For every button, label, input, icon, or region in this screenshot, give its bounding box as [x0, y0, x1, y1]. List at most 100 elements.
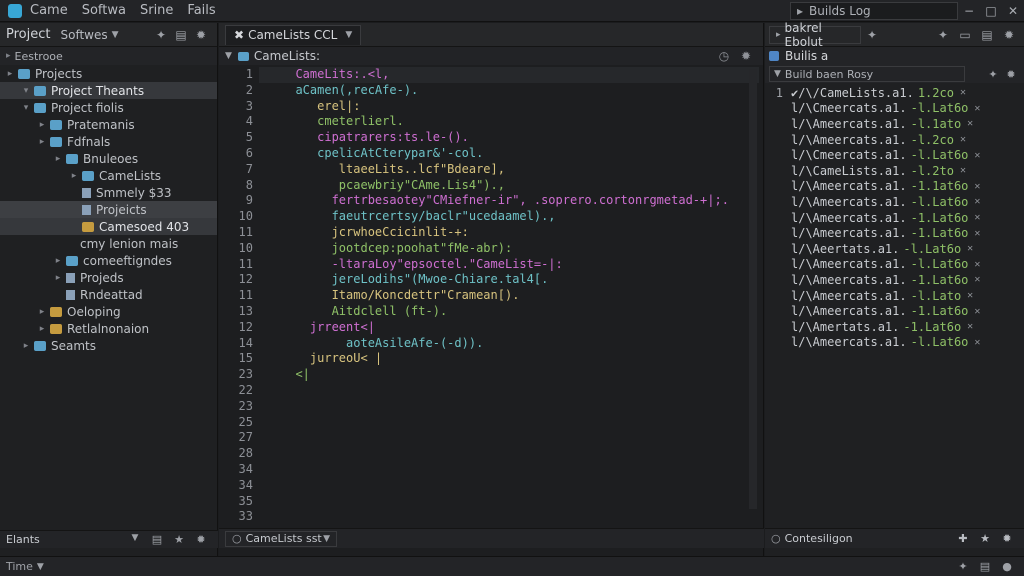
build-log-row[interactable]: l/\Ameercats.a1. -1.Lat6o ✕ — [769, 225, 1020, 241]
document-icon[interactable]: ▤ — [171, 28, 191, 42]
close-icon[interactable]: ✕ — [967, 290, 973, 301]
code-line[interactable]: cmeterlierl. — [281, 114, 751, 130]
build-log-row[interactable]: l/\CameLists.a1. -l.2to ✕ — [769, 163, 1020, 179]
code-lines[interactable]: CameLits:.<l, aCamen(,recAfe-). erel|: c… — [281, 67, 751, 525]
chevron-down-icon[interactable]: ▼ — [37, 562, 44, 572]
menu-item[interactable]: Fails — [187, 3, 215, 18]
close-icon[interactable]: ✕ — [967, 118, 973, 129]
minimize-button[interactable]: − — [958, 0, 980, 22]
expand-icon[interactable]: ▼ — [225, 51, 232, 61]
code-line[interactable]: -ltaraLoy"epsoctel."CameList=-|: — [281, 257, 751, 273]
code-line[interactable]: jrreent<| — [281, 320, 751, 336]
star-icon[interactable]: ★ — [168, 533, 190, 546]
pin-icon[interactable]: ✦ — [861, 28, 883, 42]
close-icon[interactable]: ✕ — [974, 259, 980, 270]
expand-arrow-icon[interactable]: ▸ — [52, 154, 64, 164]
menu-item[interactable]: Came — [30, 3, 68, 18]
close-icon[interactable]: ✕ — [974, 212, 980, 223]
tree-item[interactable]: ▸ Projeds — [0, 269, 217, 286]
expand-arrow-icon[interactable]: ▸ — [36, 307, 48, 317]
code-line[interactable]: jereLodihs"(Mwoe-Chiare.tal4[. — [281, 272, 751, 288]
expand-arrow-icon[interactable]: ▸ — [4, 69, 16, 79]
build-log-row[interactable]: l/\Ameercats.a1. -1.Lat6o ✕ — [769, 210, 1020, 226]
build-log-row[interactable]: l/\Ameercats.a1. -l.Lat6o ✕ — [769, 257, 1020, 273]
close-icon[interactable]: ✕ — [974, 150, 980, 161]
gear-icon[interactable]: ✹ — [1002, 68, 1020, 81]
close-icon[interactable]: ✕ — [974, 181, 980, 192]
expand-arrow-icon[interactable]: ▸ — [36, 324, 48, 334]
tree-item[interactable]: ▸ Oeloping — [0, 303, 217, 320]
pin-icon[interactable]: ✦ — [952, 560, 974, 573]
expand-arrow-icon[interactable]: ▸ — [68, 171, 80, 181]
code-line[interactable] — [281, 446, 751, 462]
close-icon[interactable]: ✕ — [960, 87, 966, 98]
expand-icon[interactable]: ▸ — [6, 51, 11, 61]
tree-item[interactable]: ▸ Fdfnals — [0, 133, 217, 150]
builds-selector[interactable]: ▸ bakrel Ebolut — [769, 21, 861, 49]
editor-tab[interactable]: ✖ CameLists CCL ▼ — [225, 24, 362, 45]
expand-arrow-icon[interactable]: ▸ — [36, 120, 48, 130]
tree-item[interactable]: Camesoed 403 — [0, 218, 217, 235]
menu-item[interactable]: Srine — [140, 3, 173, 18]
code-line[interactable] — [281, 399, 751, 415]
clipboard-icon[interactable]: ▤ — [146, 533, 168, 546]
expand-arrow-icon[interactable]: ▾ — [20, 103, 32, 113]
chevron-down-icon[interactable]: ▼ — [345, 30, 352, 40]
code-line[interactable] — [281, 478, 751, 494]
tree-item[interactable]: ▾ Project Theants — [0, 82, 217, 99]
chevron-down-icon[interactable]: ▼ — [112, 30, 119, 40]
document-icon[interactable]: ▤ — [974, 560, 996, 573]
pin-icon[interactable]: ✦ — [932, 28, 954, 42]
code-line[interactable]: pcaewbriy"CAme.Lis4")., — [281, 178, 751, 194]
bookmark-icon[interactable]: ▭ — [954, 28, 976, 42]
notification-icon[interactable]: ● — [996, 560, 1018, 573]
code-line[interactable]: jurreoU< | — [281, 351, 751, 367]
code-line[interactable]: jcrwhoeCcicinlit-+: — [281, 225, 751, 241]
build-log-row[interactable]: l/\Amertats.a1. -1.Lat6o ✕ — [769, 319, 1020, 335]
close-button[interactable]: ✕ — [1002, 0, 1024, 22]
close-icon[interactable]: ✕ — [974, 196, 980, 207]
maximize-button[interactable]: □ — [980, 0, 1002, 22]
expand-arrow-icon[interactable]: ▸ — [52, 273, 64, 283]
gear-icon[interactable]: ✹ — [996, 532, 1018, 545]
close-icon[interactable]: ✕ — [967, 321, 973, 332]
code-line[interactable]: aCamen(,recAfe-). — [281, 83, 751, 99]
tree-item[interactable]: ▸ Bnuleoes — [0, 150, 217, 167]
close-icon[interactable]: ✕ — [960, 165, 966, 176]
build-log-row[interactable]: l/\Cmeercats.a1. -l.Lat6o ✕ — [769, 101, 1020, 117]
build-log-row[interactable]: l/\Ameercats.a1. -l.1ato ✕ — [769, 116, 1020, 132]
tree-item[interactable]: Smmely $33 — [0, 184, 217, 201]
build-log-row[interactable]: l/\Ameercats.a1. -1.Lat6o ✕ — [769, 272, 1020, 288]
build-log-row[interactable]: l/\Ameercats.a1. -1.1at6o ✕ — [769, 179, 1020, 195]
expand-arrow-icon[interactable]: ▾ — [20, 86, 32, 96]
tree-item[interactable]: Rndeattad — [0, 286, 217, 303]
tree-item[interactable]: ▸ Projects — [0, 65, 217, 82]
gear-icon[interactable]: ✹ — [735, 49, 757, 63]
pin-icon[interactable]: ✦ — [984, 68, 1002, 81]
code-line[interactable]: fertrbesaotey"CMiefner-ir", .soprero.cor… — [281, 193, 751, 209]
history-icon[interactable]: ◷ — [713, 49, 735, 63]
gear-icon[interactable]: ✹ — [998, 28, 1020, 42]
code-line[interactable]: jootdcep:poohat"fMe-abr): — [281, 241, 751, 257]
gear-icon[interactable]: ✹ — [190, 533, 212, 546]
close-icon[interactable]: ✕ — [974, 306, 980, 317]
code-line[interactable] — [281, 415, 751, 431]
build-log-row[interactable]: 1 ✔/\/CameLists.a1. 1.2co ✕ — [769, 85, 1020, 101]
close-icon[interactable]: ✕ — [974, 228, 980, 239]
code-line[interactable] — [281, 509, 751, 525]
build-log-row[interactable]: l/\Cmeercats.a1. -l.Lat6o ✕ — [769, 147, 1020, 163]
chevron-down-icon[interactable]: ▼ — [124, 533, 146, 546]
code-line[interactable]: ltaeeLits..lcf"Bdeare], — [281, 162, 751, 178]
star-icon[interactable]: ★ — [974, 532, 996, 545]
tree-item[interactable]: ▸ CameLists — [0, 167, 217, 184]
tree-item[interactable]: ▸ Pratemanis — [0, 116, 217, 133]
build-log-row[interactable]: l/\Ameercats.a1. -l.Lat6o ✕ — [769, 335, 1020, 351]
build-filter-input[interactable]: ▼ Build baen Rosy — [769, 66, 965, 82]
document-icon[interactable]: ▤ — [976, 28, 998, 42]
code-line[interactable]: faeutrcertsy/baclr"ucedaamel)., — [281, 209, 751, 225]
code-line[interactable]: CameLits:.<l, — [281, 67, 751, 83]
build-log-row[interactable]: l/\Ameercats.a1. -l.2co ✕ — [769, 132, 1020, 148]
close-icon[interactable]: ✕ — [960, 134, 966, 145]
tree-item[interactable]: ▸ Seamts — [0, 337, 217, 354]
code-line[interactable]: <| — [281, 367, 751, 383]
